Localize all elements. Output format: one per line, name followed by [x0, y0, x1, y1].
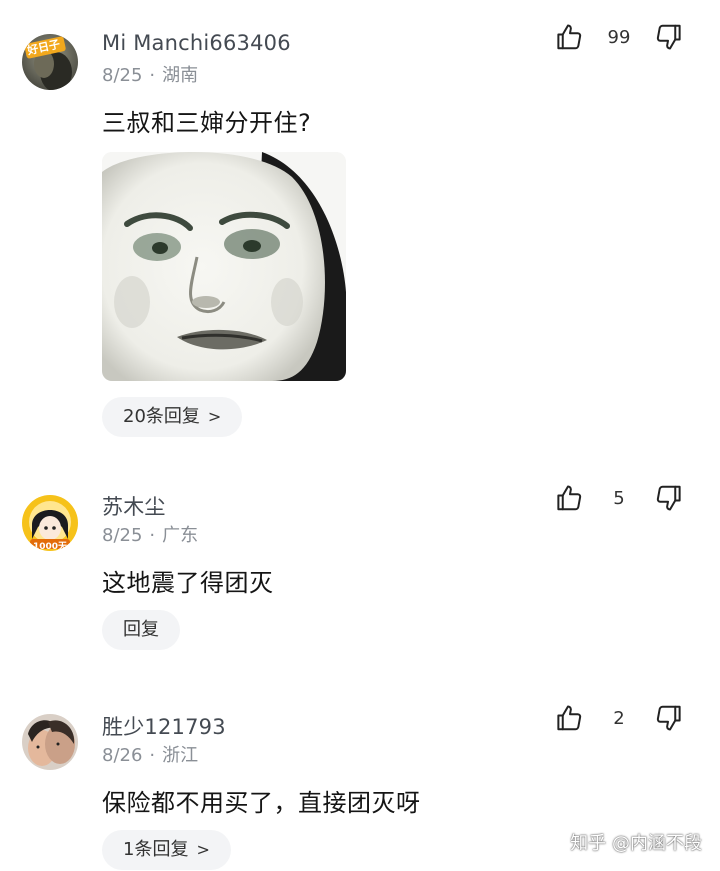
watermark: 知乎 @内涵不段	[570, 833, 702, 854]
comment-meta: 8/25 · 广东	[102, 521, 198, 547]
reply-label: 回复	[123, 619, 159, 640]
comment-image[interactable]	[102, 152, 346, 381]
view-replies-button[interactable]: 20条回复 >	[102, 397, 243, 437]
comment-meta: 8/25 · 湖南	[102, 61, 198, 87]
comment-location: 湖南	[162, 65, 199, 86]
thumbs-up-icon[interactable]	[554, 703, 584, 733]
comment-date: 8/26	[102, 745, 143, 766]
username[interactable]: 苏木尘	[102, 491, 166, 521]
thumbs-down-icon[interactable]	[654, 22, 684, 52]
avatar-badge: 1000天	[33, 542, 68, 551]
meta-separator: ·	[149, 745, 156, 766]
chevron-right-icon: >	[207, 407, 222, 426]
like-count: 5	[613, 488, 625, 509]
meta-separator: ·	[149, 525, 156, 546]
comment-text: 这地震了得团灭	[102, 569, 274, 597]
thumbs-up-icon[interactable]	[554, 22, 584, 52]
comment-item: 好日子 Mi Manchi663406 8/25 · 湖南 99 三叔和三婶分开住?	[0, 0, 720, 460]
like-count: 99	[607, 27, 631, 48]
avatar[interactable]	[22, 714, 78, 770]
meta-separator: ·	[149, 65, 156, 86]
chevron-right-icon: >	[196, 840, 210, 859]
reply-button[interactable]: 回复	[102, 610, 180, 650]
avatar-image	[22, 714, 78, 770]
meme-face-image	[102, 152, 346, 381]
like-count: 2	[613, 708, 625, 729]
comment-text: 保险都不用买了，直接团灭呀	[102, 789, 421, 817]
comment-meta: 8/26 · 浙江	[102, 741, 198, 767]
comment-text: 三叔和三婶分开住?	[102, 109, 312, 137]
reply-count-label: 1条回复	[123, 839, 189, 860]
thumbs-down-icon[interactable]	[654, 483, 684, 513]
avatar[interactable]: 1000天	[22, 495, 78, 551]
avatar[interactable]: 好日子	[22, 34, 78, 90]
comment-date: 8/25	[102, 525, 143, 546]
thumbs-up-icon[interactable]	[554, 483, 584, 513]
comment-date: 8/25	[102, 65, 143, 86]
username[interactable]: 胜少121793	[102, 711, 226, 741]
reply-count-label: 20条回复	[123, 406, 200, 427]
comment-location: 浙江	[162, 745, 199, 766]
username[interactable]: Mi Manchi663406	[102, 31, 291, 55]
thumbs-down-icon[interactable]	[654, 703, 684, 733]
view-replies-button[interactable]: 1条回复 >	[102, 830, 231, 870]
comment-location: 广东	[162, 525, 199, 546]
